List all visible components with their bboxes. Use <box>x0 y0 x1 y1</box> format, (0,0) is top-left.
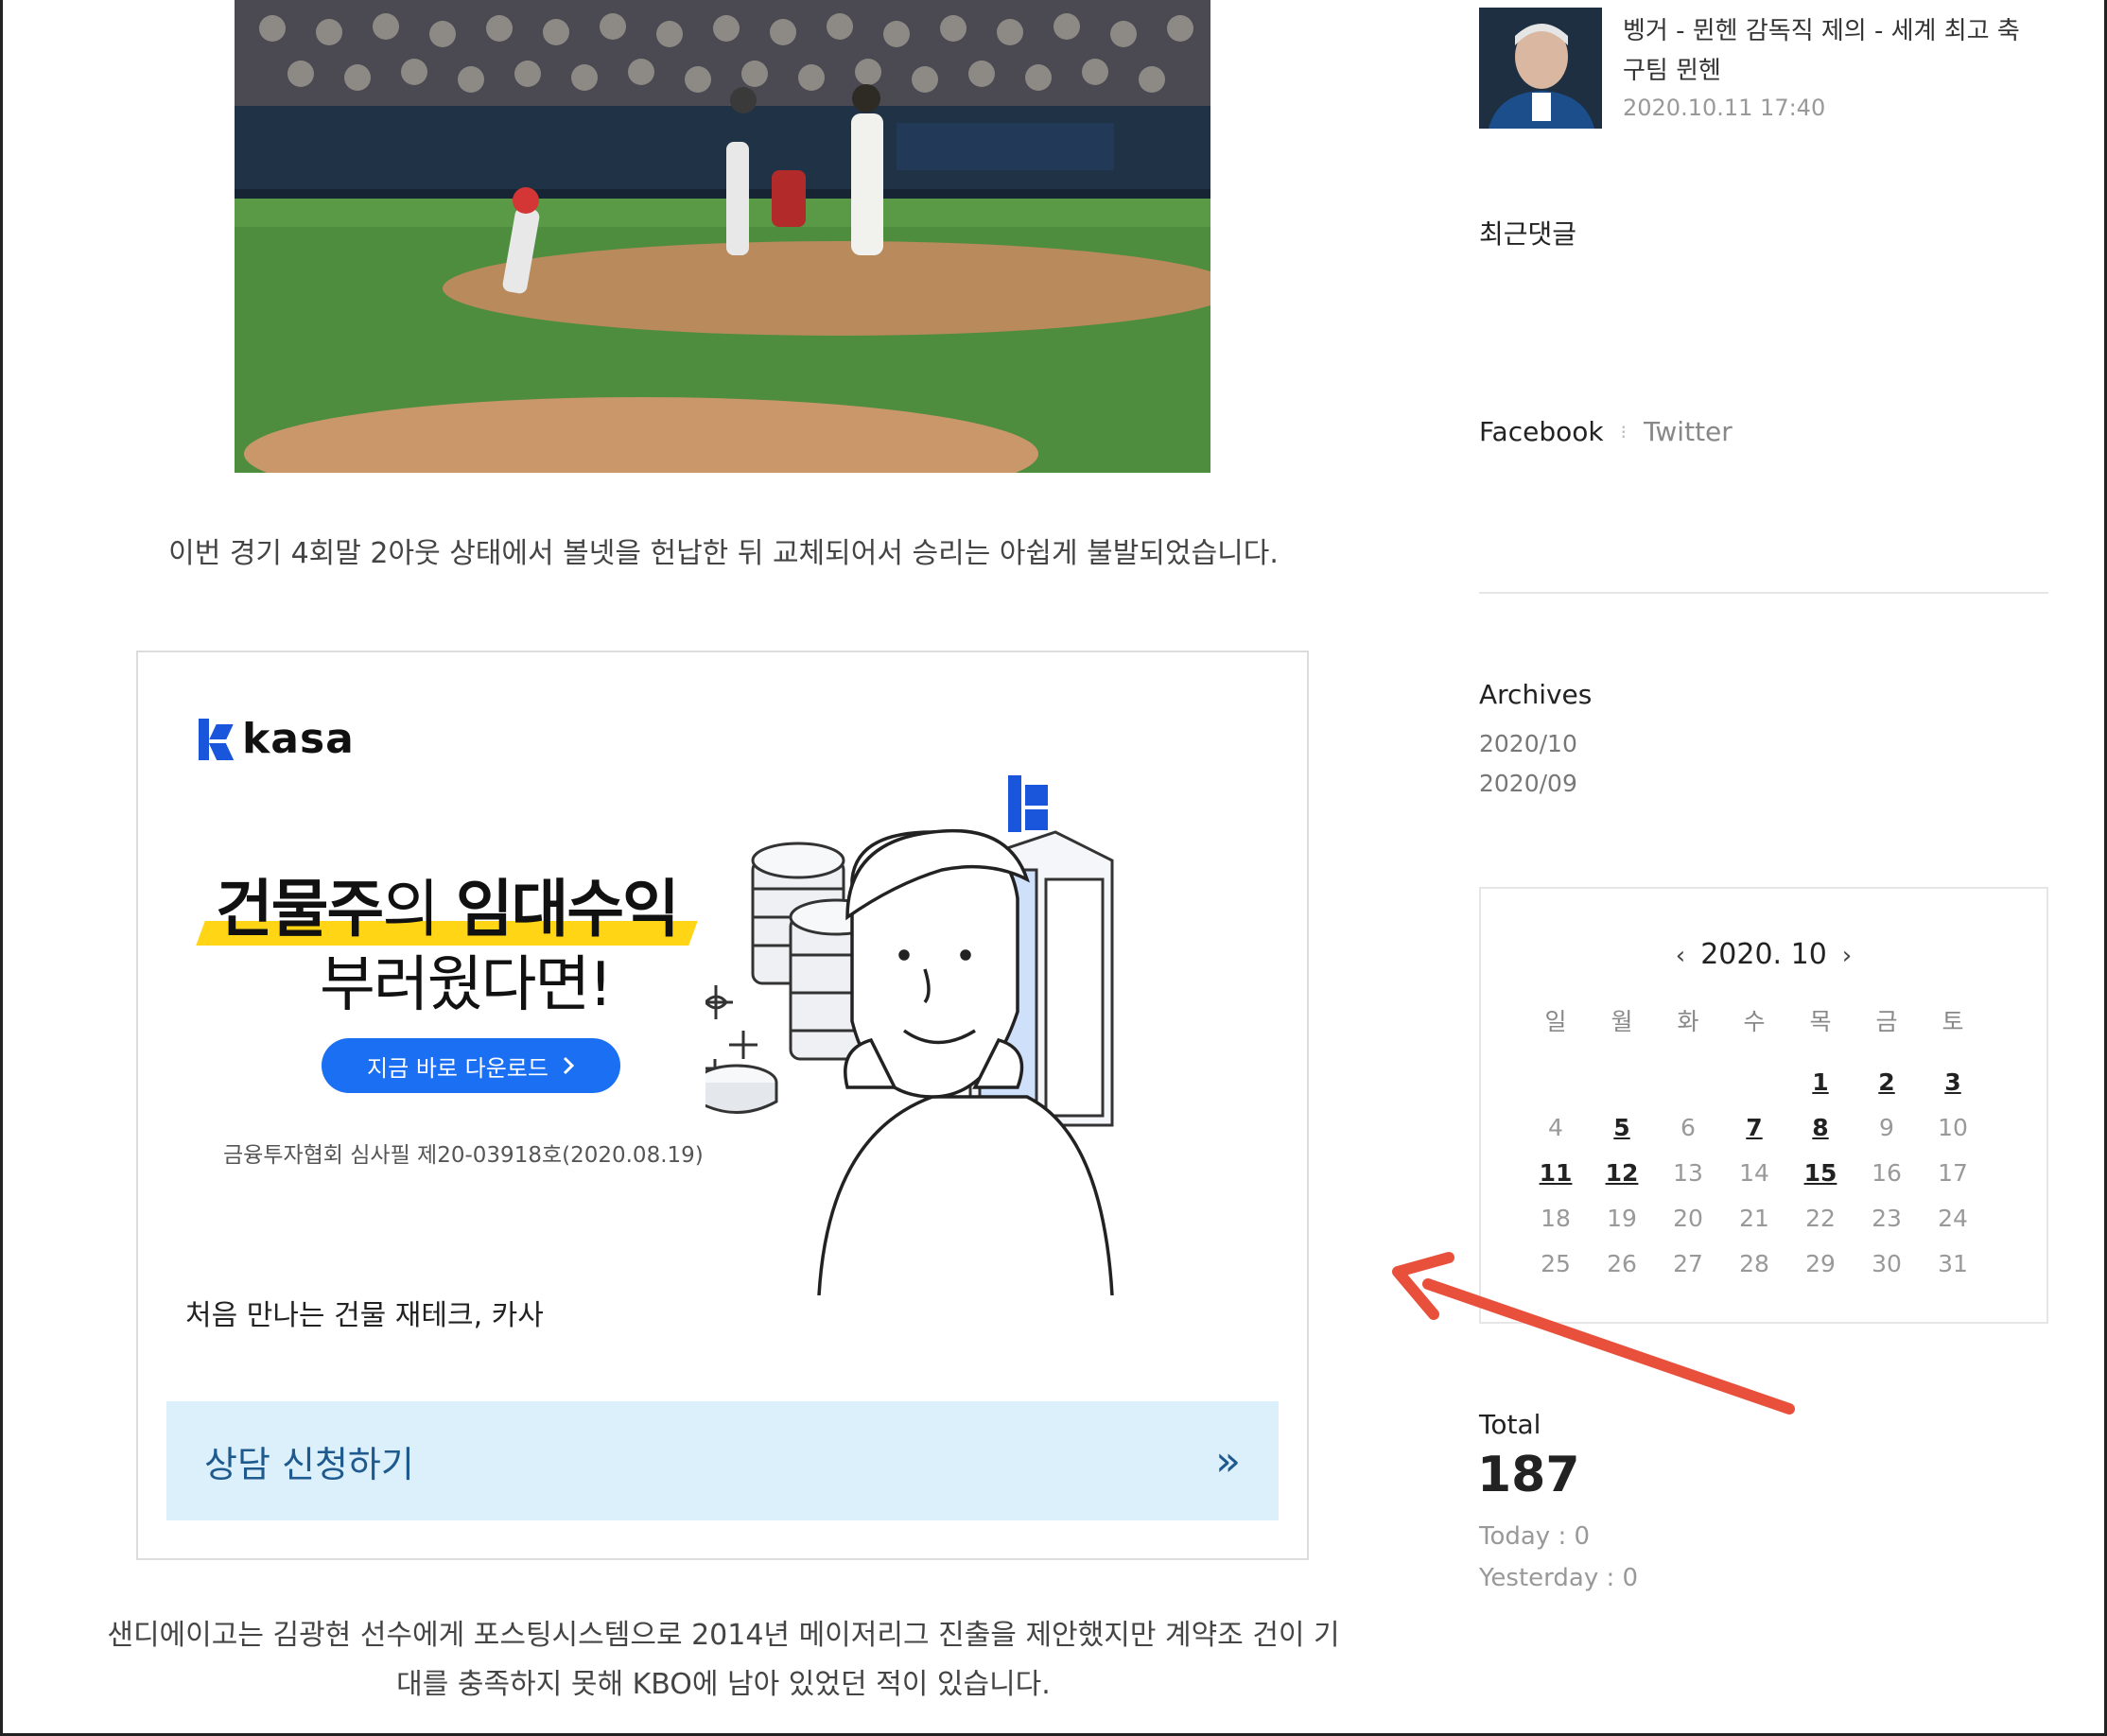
article-paragraph: 샌디에이고는 김광현 선수에게 포스팅시스템으로 2014년 메이저리그 진출을… <box>107 1619 1340 1701</box>
calendar-widget: ‹ 2020. 10 › 일 월 화 수 목 금 토 1 2 3 4 5 6 7 8 9 10 11 12 13 14 15 1… <box>1479 887 2048 1324</box>
consultation-request-button[interactable]: 상담 신청하기 » <box>166 1401 1279 1520</box>
calendar-day-20: 20 <box>1673 1204 1703 1232</box>
ad-headline-bold-2: 임대수익 <box>455 873 680 946</box>
calendar-day-5[interactable]: 5 <box>1589 1114 1655 1141</box>
calendar-week-row: 11 12 13 14 15 16 17 <box>1523 1150 1986 1195</box>
calendar-day-26: 26 <box>1607 1249 1637 1277</box>
visitor-today-count: Today : 0 <box>1479 1522 1591 1551</box>
calendar-day-25: 25 <box>1541 1249 1571 1277</box>
visitor-total-count: 187 <box>1477 1447 1580 1503</box>
download-button-label: 지금 바로 다운로드 <box>367 1054 549 1082</box>
calendar-day-12[interactable]: 12 <box>1589 1159 1655 1187</box>
calendar-day-19: 19 <box>1607 1204 1637 1232</box>
calendar-day-31: 31 <box>1938 1249 1968 1277</box>
calendar-month-label: 2020. 10 <box>1700 938 1827 971</box>
kasa-logo: kasa <box>199 715 355 763</box>
ad-headline-line-1: 건물주의 임대수익 <box>196 859 698 949</box>
baseball-game-photo <box>235 0 1210 473</box>
calendar-grid: 일 월 화 수 목 금 토 1 2 3 4 5 6 7 8 9 10 11 12 13 14 15 16 17 18 19 20 21… <box>1523 995 1986 1286</box>
facebook-link[interactable]: Facebook <box>1479 416 1604 447</box>
calendar-day-23: 23 <box>1872 1204 1902 1232</box>
calendar-week-row: 4 5 6 7 8 9 10 <box>1523 1104 1986 1150</box>
consultation-request-label: 상담 신청하기 <box>204 1443 414 1485</box>
calendar-day-2[interactable]: 2 <box>1854 1068 1920 1096</box>
calendar-header: ‹ 2020. 10 › <box>1481 938 2046 971</box>
ad-headline-bold-1: 건물주 <box>216 873 384 946</box>
calendar-day-17: 17 <box>1938 1158 1968 1187</box>
calendar-day-15[interactable]: 15 <box>1787 1159 1854 1187</box>
calendar-day-1[interactable]: 1 <box>1787 1068 1854 1096</box>
kasa-logo-icon <box>199 718 235 760</box>
calendar-day-3[interactable]: 3 <box>1920 1068 1986 1096</box>
ad-headline-line-2: 부러웠다면! <box>320 950 613 1020</box>
ad-illustration <box>705 775 1114 1295</box>
ad-fine-print: 금융투자협회 심사필 제20-03918호(2020.08.19) <box>223 1143 704 1168</box>
calendar-day-11[interactable]: 11 <box>1523 1159 1589 1187</box>
ad-subtitle: 처음 만나는 건물 재테크, 카사 <box>185 1299 544 1332</box>
twitter-link[interactable]: Twitter <box>1644 416 1733 447</box>
article-paragraph: 이번 경기 4회말 2아웃 상태에서 볼넷을 헌납한 뒤 교체되어서 승리는 아… <box>168 537 1279 570</box>
social-links: Facebook ⁝ Twitter <box>1479 416 1733 447</box>
sidebar-divider <box>1479 592 2048 594</box>
calendar-weekday: 목 <box>1809 1008 1832 1035</box>
calendar-day-16: 16 <box>1872 1158 1902 1187</box>
ad-headline-light: 의 <box>382 873 456 946</box>
calendar-day-14: 14 <box>1739 1158 1769 1187</box>
download-button[interactable]: 지금 바로 다운로드 <box>322 1038 620 1093</box>
calendar-prev-month-icon[interactable]: ‹ <box>1676 942 1685 970</box>
calendar-day-29: 29 <box>1805 1249 1836 1277</box>
calendar-weekday: 화 <box>1677 1008 1699 1035</box>
archives-heading: Archives <box>1479 679 1593 710</box>
social-separator: ⁝ <box>1620 420 1627 443</box>
archive-link-2020-09[interactable]: 2020/09 <box>1479 770 1577 797</box>
double-chevron-right-icon: » <box>1215 1436 1241 1485</box>
calendar-day-8[interactable]: 8 <box>1787 1114 1854 1141</box>
calendar-weekday: 토 <box>1942 1008 1964 1035</box>
recent-comments-heading: 최근댓글 <box>1479 218 1577 250</box>
archive-link-2020-10[interactable]: 2020/10 <box>1479 730 1577 757</box>
chevron-right-icon <box>563 1056 575 1075</box>
calendar-day-9: 9 <box>1879 1113 1894 1141</box>
visitor-yesterday-count: Yesterday : 0 <box>1479 1564 1639 1592</box>
visitor-total-heading: Total <box>1479 1409 1541 1440</box>
calendar-day-27: 27 <box>1673 1249 1703 1277</box>
calendar-day-10: 10 <box>1938 1113 1968 1141</box>
calendar-week-row: 25 26 27 28 29 30 31 <box>1523 1241 1986 1286</box>
popular-post-title[interactable]: 벵거 - 뮌헨 감독직 제의 - 세계 최고 축구팀 뮌헨 <box>1623 11 2039 91</box>
popular-post-thumbnail[interactable] <box>1479 8 1602 129</box>
calendar-day-22: 22 <box>1805 1204 1836 1232</box>
calendar-day-13: 13 <box>1673 1158 1703 1187</box>
calendar-day-6: 6 <box>1680 1113 1696 1141</box>
calendar-week-row: 123 <box>1523 1059 1986 1104</box>
popular-post-date: 2020.10.11 17:40 <box>1623 95 1826 121</box>
calendar-weekday: 일 <box>1544 1008 1567 1035</box>
calendar-weekday: 금 <box>1875 1008 1898 1035</box>
calendar-weekday: 월 <box>1611 1008 1633 1035</box>
calendar-day-28: 28 <box>1739 1249 1769 1277</box>
kasa-advertisement[interactable]: kasa 건물주의 임대수익 부러웠다면! 지금 바로 다운로드 금융투자협회 … <box>136 651 1309 1560</box>
calendar-day-30: 30 <box>1872 1249 1902 1277</box>
calendar-weekday: 수 <box>1743 1008 1766 1035</box>
calendar-day-4: 4 <box>1548 1113 1563 1141</box>
kasa-wordmark: kasa <box>242 715 355 763</box>
calendar-next-month-icon[interactable]: › <box>1842 942 1852 970</box>
calendar-week-row: 18 19 20 21 22 23 24 <box>1523 1195 1986 1241</box>
calendar-day-7[interactable]: 7 <box>1721 1114 1787 1141</box>
calendar-weekday-row: 일월화수목금토 <box>1523 995 1986 1046</box>
calendar-day-21: 21 <box>1739 1204 1769 1232</box>
sparkle-icon <box>705 985 757 1078</box>
calendar-day-24: 24 <box>1938 1204 1968 1232</box>
calendar-day-18: 18 <box>1541 1204 1571 1232</box>
